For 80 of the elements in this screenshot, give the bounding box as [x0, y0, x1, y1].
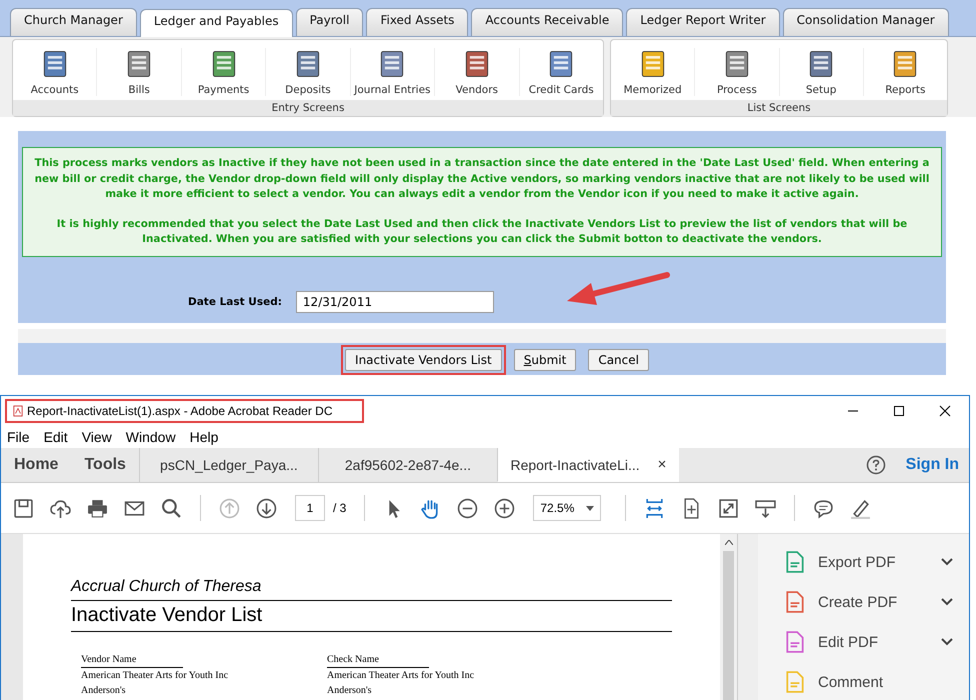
next-page-icon[interactable]	[256, 498, 277, 518]
nav-tab[interactable]: Tools	[71, 448, 139, 482]
module-tab[interactable]: Consolidation Manager	[782, 8, 949, 36]
tool-item[interactable]: Create PDF	[784, 582, 969, 622]
tool-icon	[784, 551, 806, 573]
full-screen-icon[interactable]	[718, 498, 740, 518]
toolbar-button[interactable]: Setup	[780, 48, 864, 96]
column-header: Check Name	[327, 652, 429, 668]
tool-item[interactable]: Edit PDF	[784, 622, 969, 662]
module-tab[interactable]: Ledger Report Writer	[626, 8, 780, 36]
group-title: List Screens	[611, 100, 947, 116]
caret-icon	[586, 506, 594, 510]
field-label: Date Last Used:	[188, 296, 282, 308]
sign-in-link[interactable]: Sign In	[906, 456, 959, 474]
maximize-icon[interactable]	[893, 405, 905, 417]
page-number-field[interactable]: 1	[295, 495, 325, 521]
print-icon[interactable]	[87, 498, 108, 518]
toolbar-button[interactable]: Deposits	[266, 48, 351, 96]
toolbar-button[interactable]: Journal Entries	[350, 48, 436, 96]
chevron-icon	[941, 558, 953, 566]
toolbar-button[interactable]: Reports	[864, 48, 947, 96]
zoom-in-icon[interactable]	[494, 498, 516, 518]
page-total: / 3	[333, 501, 346, 515]
document-tab[interactable]: Report-InactivateLi... ×	[496, 448, 679, 482]
group-title: Entry Screens	[13, 100, 603, 116]
search-icon[interactable]	[161, 498, 182, 518]
table-cell-text: Anderson's	[81, 684, 127, 698]
cloud-upload-icon[interactable]	[50, 498, 71, 518]
table-cell-text: American Theater Arts for Youth Inc	[81, 669, 230, 683]
date-field[interactable]: 12/31/2011	[296, 291, 494, 314]
comment-icon[interactable]	[813, 498, 834, 518]
toolbar-button[interactable]: Vendors	[435, 48, 520, 96]
form-button[interactable]: Submit	[514, 349, 576, 372]
save-icon[interactable]	[13, 498, 34, 518]
toolbar-button[interactable]: Process	[695, 48, 780, 96]
menu-item[interactable]: File	[7, 429, 30, 445]
toolbar-button[interactable]: Credit Cards	[520, 48, 603, 96]
chevron-icon	[941, 598, 953, 606]
info-text: It is highly recommended that you select the Date Last Used and then click the Inactivate Vendors List to preview the list of vendors that will be Inactivated. When you are satisfied with your selections you can click the Submit botton to deactivate the vendors.	[56, 216, 908, 248]
organization-name: Accrual Church of Theresa	[71, 578, 262, 596]
tool-icon	[784, 671, 806, 693]
document-tab[interactable]: psCN_Ledger_Paya...	[138, 448, 318, 482]
tool-icon	[784, 591, 806, 613]
module-tab[interactable]: Accounts Receivable	[471, 8, 624, 36]
module-tab[interactable]: Church Manager	[10, 8, 137, 36]
menu-item[interactable]: Edit	[44, 429, 68, 445]
toolbar-button[interactable]: Memorized	[611, 48, 696, 96]
pdf-icon	[13, 405, 23, 417]
module-tab[interactable]: Fixed Assets	[366, 8, 468, 36]
report-title: Inactivate Vendor List	[71, 603, 264, 628]
tool-item[interactable]: Export PDF	[784, 542, 969, 582]
window-title: Report-InactivateList(1).aspx - Adobe Acrobat Reader DC	[5, 399, 364, 423]
info-text: This process marks vendors as Inactive if they have not been used in a transaction since the date entered in the 'Date Last Used' field. When entering a new bill or credit charge, the Vendor drop-down field will only display the Active vendors, so marking vendors inactive that are not likely to be used will make it more efficient to select a vendor. You can always edit a vendor from the Vendor icon if you need to make it active again.	[34, 156, 930, 202]
table-cell-text: American Theater Arts for Youth Inc	[327, 669, 476, 683]
toolbar-button[interactable]: Payments	[182, 48, 266, 96]
help-icon[interactable]	[866, 455, 886, 475]
tool-icon	[784, 631, 806, 653]
read-mode-icon[interactable]	[755, 498, 776, 518]
scroll-up-icon[interactable]	[724, 540, 732, 545]
close-tab-button[interactable]: ×	[658, 456, 666, 473]
module-tab[interactable]: Ledger and Payables	[140, 9, 293, 37]
highlighter-icon[interactable]	[850, 498, 872, 518]
toolbar-button[interactable]: Accounts	[13, 48, 98, 96]
scrollbar[interactable]	[720, 534, 737, 700]
column-header: Vendor Name	[81, 652, 183, 668]
fit-width-icon[interactable]	[644, 498, 666, 518]
menu-item[interactable]: Window	[126, 429, 176, 445]
form-button[interactable]: Inactivate Vendors List	[345, 349, 502, 372]
menu-item[interactable]: View	[82, 429, 112, 445]
module-tab[interactable]: Payroll	[296, 8, 364, 36]
table-cell-text: Anderson's	[327, 684, 373, 698]
tool-item[interactable]: Comment	[784, 662, 969, 700]
zoom-dropdown[interactable]: 72.5%	[533, 495, 602, 521]
nav-tab[interactable]: Home	[1, 448, 72, 482]
close-icon[interactable]	[939, 405, 951, 417]
toolbar-button[interactable]: Bills	[97, 48, 182, 96]
menu-item[interactable]: Help	[190, 429, 218, 445]
form-button[interactable]: Cancel	[588, 349, 649, 372]
zoom-out-icon[interactable]	[457, 498, 478, 518]
chevron-icon	[941, 638, 953, 646]
